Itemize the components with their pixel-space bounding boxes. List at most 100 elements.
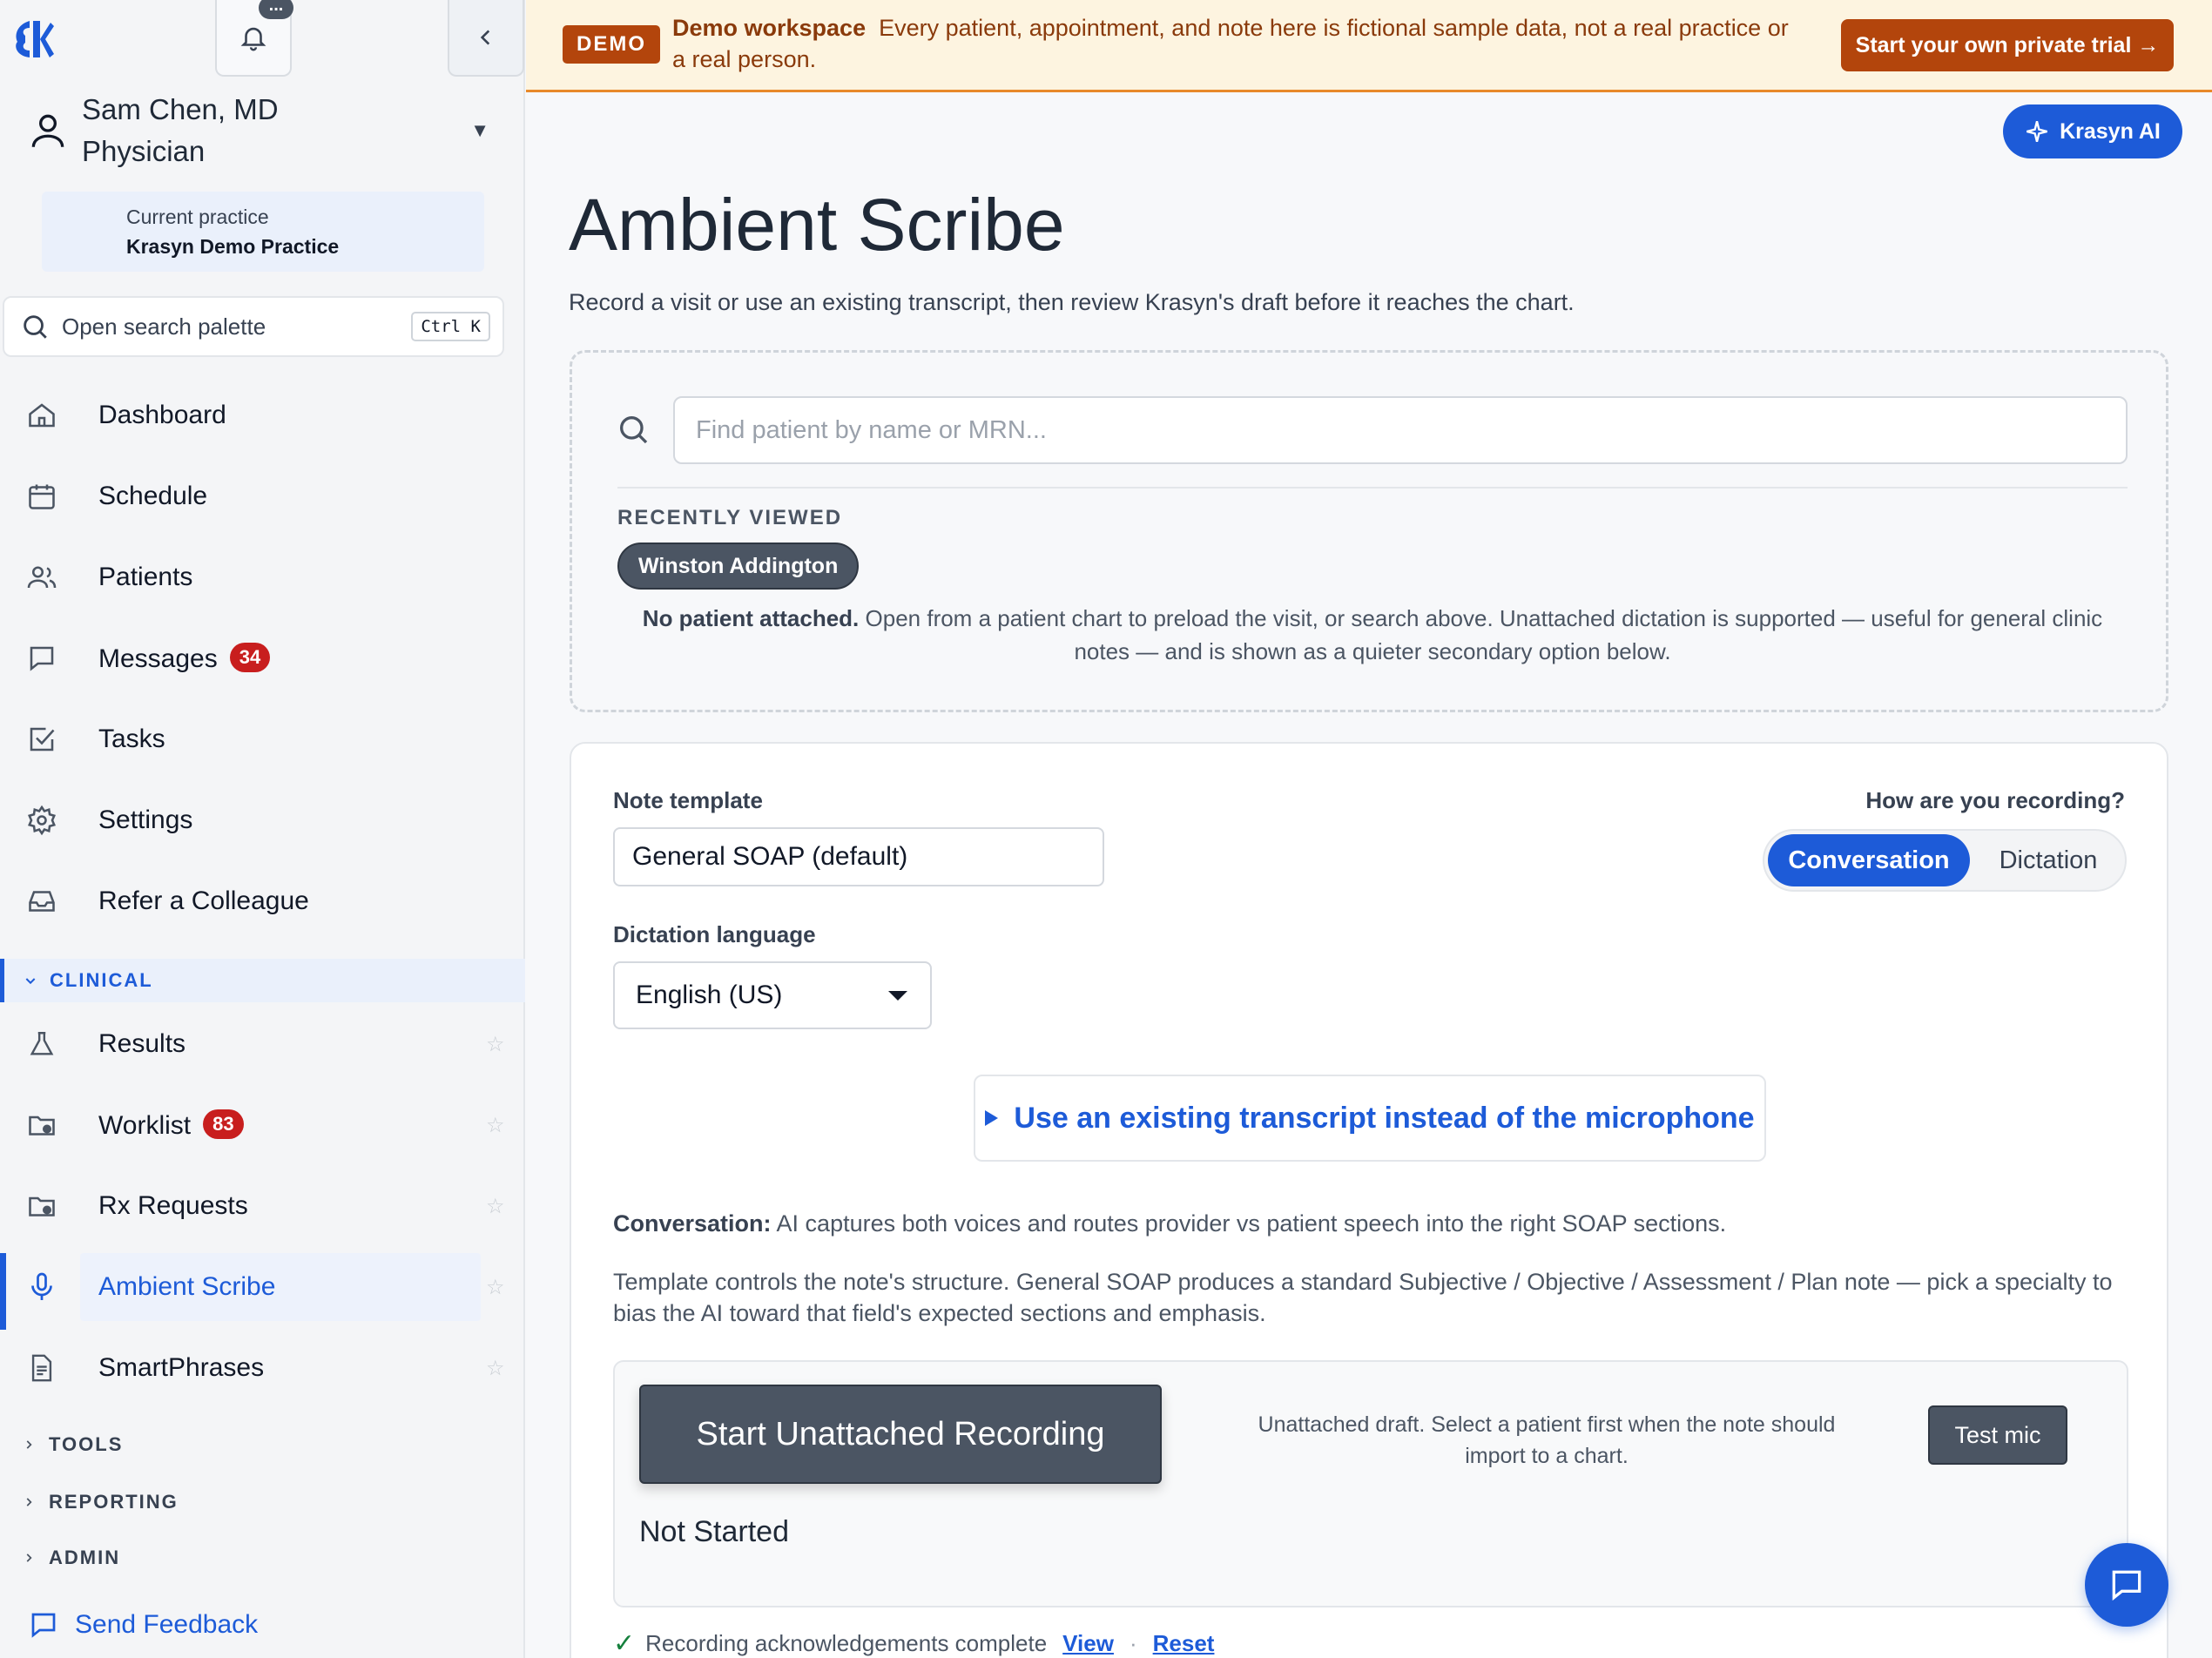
user-info: Sam Chen, MD Physician [82, 89, 470, 172]
patient-search-input[interactable] [673, 396, 2128, 464]
start-recording-button[interactable]: Start Unattached Recording [639, 1385, 1162, 1484]
recording-mode-toggle: Conversation Dictation [1763, 829, 2127, 892]
search-palette-button[interactable]: Open search palette Ctrl K [3, 296, 504, 357]
section-tools[interactable]: TOOLS [0, 1423, 525, 1466]
nav-dashboard[interactable]: Dashboard [0, 381, 525, 449]
chevron-right-icon [26, 1440, 32, 1449]
ack-reset-link[interactable]: Reset [1153, 1630, 1215, 1657]
users-icon [24, 560, 59, 595]
use-transcript-toggle[interactable]: Use an existing transcript instead of th… [974, 1075, 1766, 1162]
nav-label: Patients [98, 563, 193, 591]
user-role: Physician [82, 135, 206, 167]
ack-view-link[interactable]: View [1062, 1630, 1114, 1657]
user-menu[interactable]: Sam Chen, MD Physician ▼ [26, 87, 496, 174]
current-practice[interactable]: Current practice Krasyn Demo Practice [42, 192, 484, 272]
note-template-label: Note template [613, 787, 763, 813]
mode-conversation[interactable]: Conversation [1768, 834, 1970, 886]
search-icon [616, 412, 651, 451]
section-label: ADMIN [49, 1547, 121, 1568]
recording-card: Note template General SOAP (default) Dic… [570, 742, 2168, 1658]
chevron-down-icon [25, 978, 36, 985]
nav-label: Refer a Colleague [98, 886, 309, 915]
user-icon [31, 114, 64, 147]
recently-viewed-label: RECENTLY VIEWED [617, 506, 843, 529]
favorite-star-icon[interactable]: ☆ [486, 1113, 505, 1138]
bell-icon [240, 27, 266, 51]
favorite-star-icon[interactable]: ☆ [486, 1356, 505, 1381]
section-admin[interactable]: ADMIN [0, 1536, 525, 1580]
nav-label: Settings [98, 805, 193, 834]
page-subtitle: Record a visit or use an existing transc… [569, 289, 1575, 315]
section-reporting[interactable]: REPORTING [0, 1480, 525, 1524]
collapse-sidebar-button[interactable] [448, 0, 524, 77]
nav-label-text: Messages [98, 644, 218, 673]
test-mic-button[interactable]: Test mic [1928, 1405, 2067, 1465]
calendar-icon [24, 479, 59, 514]
krasyn-ai-button[interactable]: Krasyn AI [2003, 104, 2182, 158]
demo-tag: DEMO [563, 25, 660, 64]
start-trial-button[interactable]: Start your own private trial → [1841, 19, 2174, 71]
nav-label: Worklist 83 [98, 1109, 244, 1141]
nav-schedule[interactable]: Schedule [0, 462, 525, 530]
nav-patients[interactable]: Patients [0, 543, 525, 611]
nav-label: SmartPhrases [98, 1353, 265, 1382]
gear-icon [24, 803, 59, 838]
favorite-star-icon[interactable]: ☆ [486, 1275, 505, 1300]
active-indicator [0, 1253, 6, 1330]
use-transcript-label: Use an existing transcript instead of th… [1014, 1101, 1755, 1135]
feedback-label: Send Feedback [75, 1610, 259, 1639]
favorite-star-icon[interactable]: ☆ [486, 1194, 505, 1219]
nav-rx-requests[interactable]: Rx Requests ☆ [0, 1172, 525, 1240]
caret-down-icon: ▼ [470, 119, 489, 141]
nav-tasks[interactable]: Tasks [0, 705, 525, 773]
krasyn-ai-label: Krasyn AI [2060, 118, 2161, 144]
section-label: REPORTING [49, 1491, 179, 1513]
nav-label-text: Worklist [98, 1111, 192, 1140]
chat-icon [2112, 1570, 2141, 1601]
nav-smartphrases[interactable]: SmartPhrases ☆ [0, 1334, 525, 1402]
recent-patient-chip[interactable]: Winston Addington [617, 543, 860, 590]
dictation-language-select[interactable]: English (US) [613, 961, 932, 1029]
nav-label: Messages 34 [98, 643, 271, 674]
chevron-right-icon [26, 1498, 32, 1506]
checkmark-icon: ✓ [613, 1629, 636, 1658]
nav-label: Schedule [98, 482, 208, 510]
play-triangle-icon [985, 1110, 999, 1126]
chevron-left-icon [480, 30, 490, 45]
note-template-input[interactable]: General SOAP (default) [613, 827, 1104, 886]
messages-count-badge: 34 [229, 643, 271, 672]
mode-description-bold: Conversation: [613, 1210, 772, 1237]
chat-button[interactable] [2085, 1543, 2168, 1627]
no-patient-notice: No patient attached. Open from a patient… [617, 602, 2128, 668]
user-name: Sam Chen, MD [82, 93, 279, 125]
section-label: TOOLS [49, 1433, 124, 1455]
nav-label: Rx Requests [98, 1191, 248, 1220]
nav-messages[interactable]: Messages 34 [0, 624, 525, 692]
section-clinical[interactable]: CLINICAL [0, 959, 525, 1002]
document-icon [24, 1351, 59, 1385]
feedback-icon [31, 1613, 56, 1638]
template-description: Template controls the note's structure. … [613, 1269, 2113, 1326]
recording-status: Not Started [639, 1515, 789, 1548]
favorite-star-icon[interactable]: ☆ [486, 1032, 505, 1057]
nav-results[interactable]: Results ☆ [0, 1010, 525, 1078]
nav-label: Tasks [98, 725, 165, 753]
dictation-language-label: Dictation language [613, 921, 816, 947]
send-feedback-link[interactable]: Send Feedback [28, 1609, 258, 1641]
flask-icon [24, 1027, 59, 1062]
recording-panel: Start Unattached Recording Unattached dr… [613, 1360, 2128, 1607]
section-label: CLINICAL [50, 969, 153, 991]
nav-refer-colleague[interactable]: Refer a Colleague [0, 867, 525, 935]
demo-banner: DEMO Demo workspace Every patient, appoi… [526, 0, 2212, 92]
language-value: English (US) [636, 981, 783, 1009]
microphone-icon [24, 1270, 59, 1304]
nav-ambient-scribe[interactable]: Ambient Scribe ☆ [0, 1253, 525, 1330]
chevron-right-icon [26, 1554, 32, 1562]
nav-worklist[interactable]: Worklist 83 ☆ [0, 1091, 525, 1159]
mode-dictation[interactable]: Dictation [1973, 834, 2123, 886]
ack-text: Recording acknowledgements complete [645, 1630, 1048, 1656]
page-title: Ambient Scribe [569, 184, 1065, 266]
no-patient-text: Open from a patient chart to preload the… [865, 605, 2103, 664]
krasyn-logo[interactable] [10, 16, 54, 63]
nav-settings[interactable]: Settings [0, 786, 525, 854]
